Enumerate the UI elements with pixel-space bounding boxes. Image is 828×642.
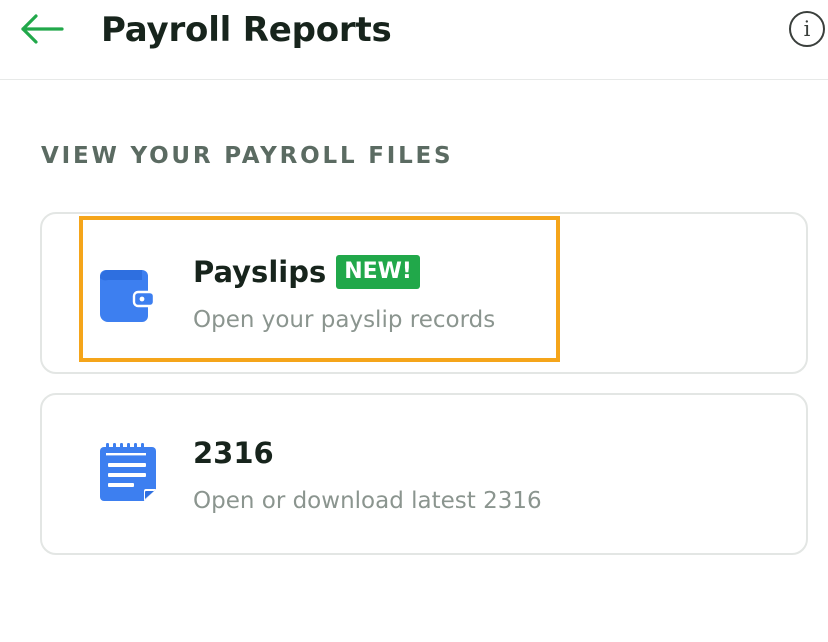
form-2316-title-row: 2316 [193,433,274,473]
back-button[interactable] [12,6,72,52]
payslips-subtitle: Open your payslip records [193,307,496,333]
form-2316-card[interactable]: 2316 Open or download latest 2316 [40,393,808,555]
form-2316-title: 2316 [193,436,274,470]
section-heading: VIEW YOUR PAYROLL FILES [41,143,454,169]
page-title: Payroll Reports [101,10,392,50]
app-header: Payroll Reports i [0,0,828,80]
payslips-title-row: Payslips NEW! [193,252,420,292]
wallet-icon [98,264,156,324]
form-2316-subtitle: Open or download latest 2316 [193,488,542,514]
new-badge: NEW! [336,255,420,289]
arrow-left-icon [21,14,64,44]
payslips-card[interactable]: Payslips NEW! Open your payslip records [40,212,808,374]
info-button[interactable]: i [789,11,825,47]
document-icon [98,443,156,503]
payslips-title: Payslips [193,255,327,289]
info-icon: i [803,17,811,41]
payroll-reports-screen: Payroll Reports i VIEW YOUR PAYROLL FILE… [0,0,828,642]
